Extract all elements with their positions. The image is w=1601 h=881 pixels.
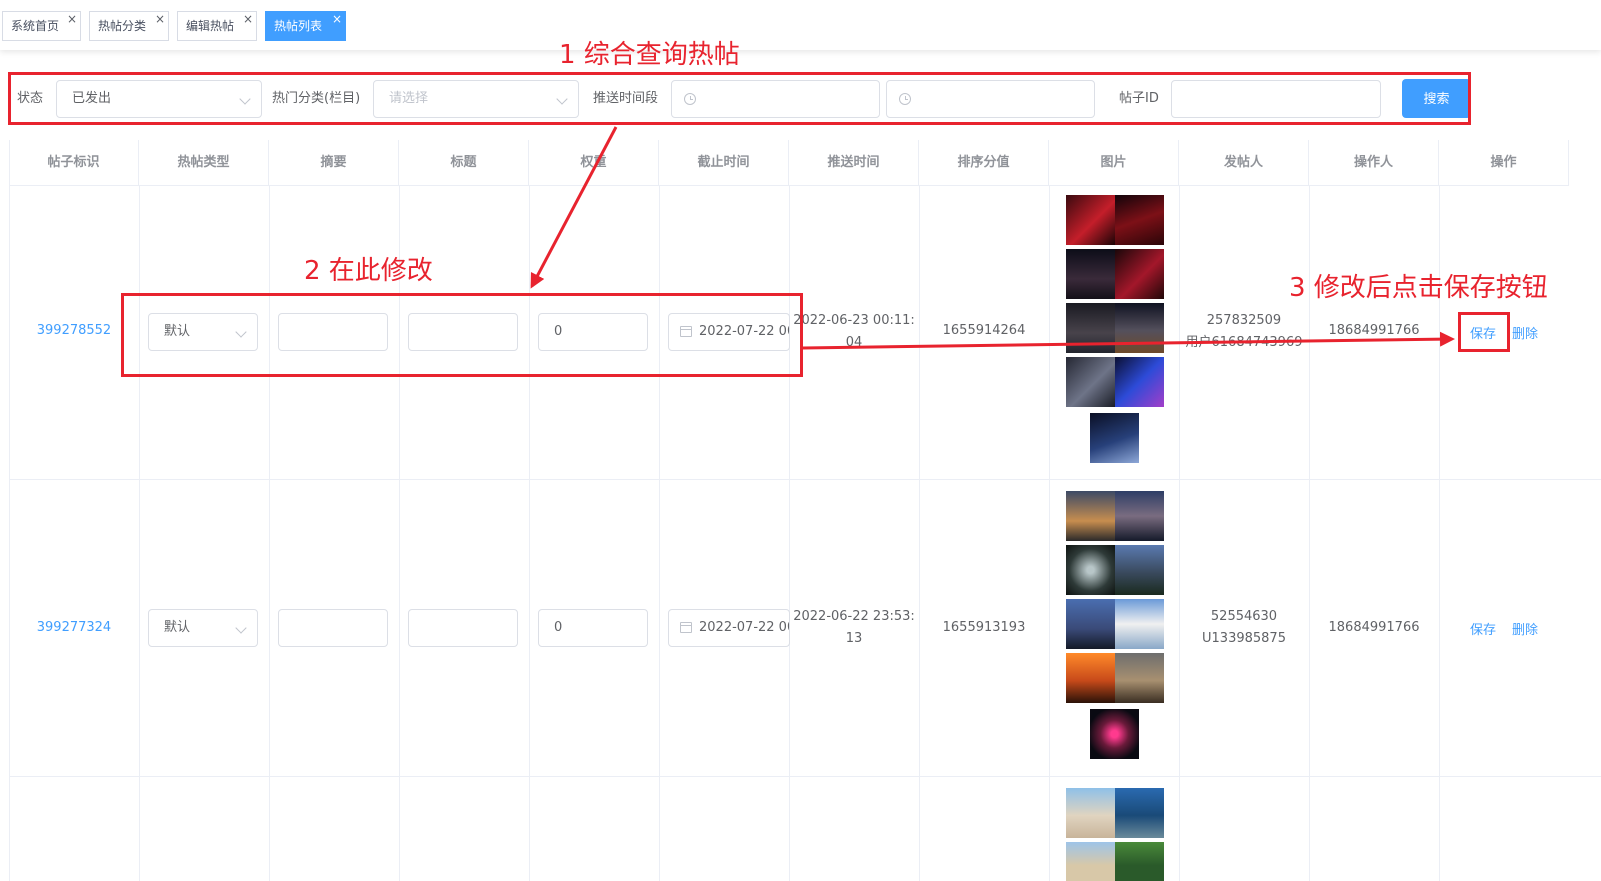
post-image-thumbnail[interactable] — [1066, 303, 1164, 353]
tab-label: 热帖分类 — [98, 19, 147, 33]
tab-hot-post-list[interactable]: 热帖列表 × — [265, 11, 346, 41]
close-icon[interactable]: × — [243, 11, 253, 27]
close-icon[interactable]: × — [332, 11, 342, 27]
sort-score: 1655914264 — [942, 323, 1026, 338]
poster-name: U133985875 — [1202, 631, 1286, 646]
header-poster: 发帖人 — [1179, 140, 1309, 186]
header-images: 图片 — [1049, 140, 1179, 186]
header-sort-score: 排序分值 — [919, 140, 1049, 186]
type-select-value: 默认 — [164, 620, 191, 635]
annotation-box-save — [1458, 312, 1510, 352]
post-image-thumbnail[interactable] — [1066, 545, 1164, 595]
tab-label: 系统首页 — [11, 19, 60, 33]
tags-view-bar: 系统首页 × 热帖分类 × 编辑热帖 × 热帖列表 × — [0, 0, 1601, 50]
post-id-link[interactable]: 399278552 — [9, 320, 139, 342]
tab-label: 热帖列表 — [274, 19, 323, 33]
type-select[interactable]: 默认 — [148, 609, 258, 647]
calendar-icon — [680, 622, 692, 633]
annotation-box-edit — [121, 293, 803, 377]
annotation-step1: 1 综合查询热帖 — [559, 40, 740, 70]
operator: 18684991766 — [1328, 323, 1420, 338]
tab-hot-category[interactable]: 热帖分类 × — [89, 11, 169, 41]
sort-score: 1655913193 — [942, 620, 1026, 635]
post-image-thumbnail[interactable] — [1066, 357, 1164, 407]
post-image-thumbnail[interactable] — [1066, 842, 1164, 881]
deadline-date-picker[interactable]: 2022-07-22 00: — [668, 609, 790, 647]
post-image-thumbnail[interactable] — [1090, 709, 1139, 759]
push-time-line1: 2022-06-23 00:11: — [793, 313, 915, 328]
post-image-thumbnail[interactable] — [1066, 788, 1164, 838]
delete-button[interactable]: 删除 — [1512, 323, 1538, 342]
header-operator: 操作人 — [1309, 140, 1439, 186]
header-deadline: 截止时间 — [659, 140, 789, 186]
tab-label: 编辑热帖 — [186, 19, 235, 33]
post-image-thumbnail[interactable] — [1066, 195, 1164, 245]
post-image-thumbnail[interactable] — [1066, 599, 1164, 649]
post-image-thumbnail[interactable] — [1066, 491, 1164, 541]
close-icon[interactable]: × — [67, 11, 77, 27]
post-id-link[interactable]: 399277324 — [9, 617, 139, 639]
push-time-line1: 2022-06-22 23:53: — [793, 609, 915, 624]
chevron-down-icon — [235, 622, 247, 634]
header-post-id: 帖子标识 — [9, 140, 139, 186]
tab-edit-hot-post[interactable]: 编辑热帖 × — [177, 11, 257, 41]
header-title: 标题 — [399, 140, 529, 186]
column-divider — [9, 140, 10, 881]
poster-name: 用户61684743969 — [1185, 335, 1303, 350]
push-time-line2: 13 — [845, 631, 863, 646]
operator: 18684991766 — [1328, 620, 1420, 635]
deadline-value: 2022-07-22 00: — [699, 620, 790, 635]
push-time-line2: 04 — [845, 335, 863, 350]
header-type: 热帖类型 — [139, 140, 269, 186]
header-weight: 权重 — [529, 140, 659, 186]
annotation-step2: 2 在此修改 — [304, 256, 433, 286]
header-push-time: 推送时间 — [789, 140, 919, 186]
poster-id: 257832509 — [1206, 313, 1282, 328]
hot-post-table: 帖子标识 热帖类型 摘要 标题 权重 截止时间 推送时间 排序分值 图片 发帖人… — [9, 140, 1601, 881]
summary-input[interactable] — [278, 609, 388, 647]
weight-input-value: 0 — [554, 620, 563, 635]
save-button[interactable]: 保存 — [1470, 619, 1496, 638]
post-image-thumbnail[interactable] — [1066, 249, 1164, 299]
poster-id: 52554630 — [1210, 609, 1278, 624]
delete-button[interactable]: 删除 — [1512, 619, 1538, 638]
weight-input[interactable]: 0 — [538, 609, 648, 647]
tab-system-home[interactable]: 系统首页 × — [2, 11, 81, 41]
close-icon[interactable]: × — [155, 11, 165, 27]
header-summary: 摘要 — [269, 140, 399, 186]
title-input[interactable] — [408, 609, 518, 647]
row-divider — [9, 479, 1601, 480]
annotation-box-query — [8, 72, 1471, 125]
post-image-thumbnail[interactable] — [1066, 653, 1164, 703]
row-divider — [9, 776, 1601, 777]
post-image-thumbnail[interactable] — [1090, 413, 1139, 463]
header-actions: 操作 — [1439, 140, 1569, 186]
annotation-step3: 3 修改后点击保存按钮 — [1289, 273, 1548, 303]
